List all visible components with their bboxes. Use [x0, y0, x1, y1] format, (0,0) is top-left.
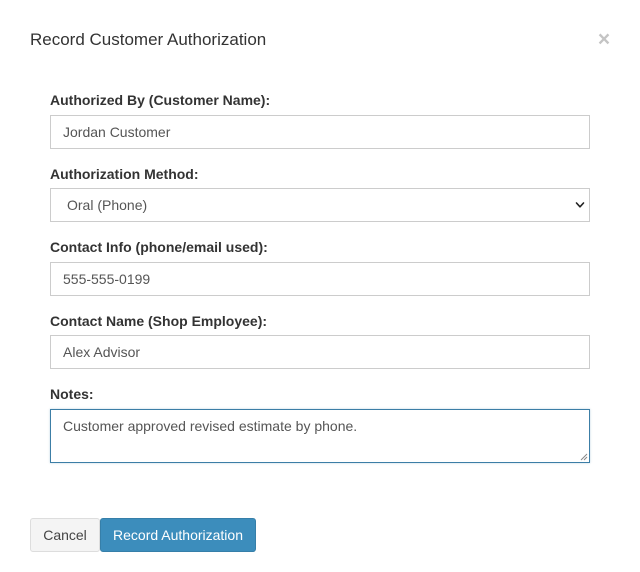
contact-name-group: Contact Name (Shop Employee): Alex Advis…: [50, 312, 590, 372]
record-authorization-button[interactable]: Record Authorization: [100, 518, 256, 552]
notes-textarea[interactable]: Customer approved revised estimate by ph…: [50, 409, 590, 463]
modal-header: Record Customer Authorization ×: [0, 0, 640, 80]
contact-name-label: Contact Name (Shop Employee):: [50, 313, 268, 329]
authorization-method-selected: Oral (Phone): [67, 197, 148, 213]
resize-grip-icon[interactable]: [580, 453, 588, 461]
cancel-button[interactable]: Cancel: [30, 518, 100, 552]
authorization-modal: Record Customer Authorization × Authoriz…: [0, 0, 640, 572]
notes-group: Notes: Customer approved revised estimat…: [50, 385, 590, 465]
authorized-by-label: Authorized By (Customer Name):: [50, 92, 271, 108]
contact-name-input[interactable]: Alex Advisor: [50, 335, 590, 369]
authorization-method-group: Authorization Method: Oral (Phone): [50, 165, 590, 225]
contact-info-group: Contact Info (phone/email used): 555-555…: [50, 238, 590, 298]
authorization-method-label: Authorization Method:: [50, 166, 199, 182]
authorized-by-group: Authorized By (Customer Name): Jordan Cu…: [50, 91, 590, 151]
modal-title: Record Customer Authorization: [30, 30, 267, 49]
chevron-down-icon: [575, 202, 585, 208]
contact-info-label: Contact Info (phone/email used):: [50, 239, 268, 255]
contact-info-input[interactable]: 555-555-0199: [50, 262, 590, 296]
close-icon[interactable]: ×: [596, 28, 612, 52]
notes-label: Notes:: [50, 386, 94, 402]
authorization-method-select[interactable]: Oral (Phone): [50, 188, 590, 222]
authorized-by-input[interactable]: Jordan Customer: [50, 115, 590, 149]
notes-text: Customer approved revised estimate by ph…: [63, 418, 358, 434]
